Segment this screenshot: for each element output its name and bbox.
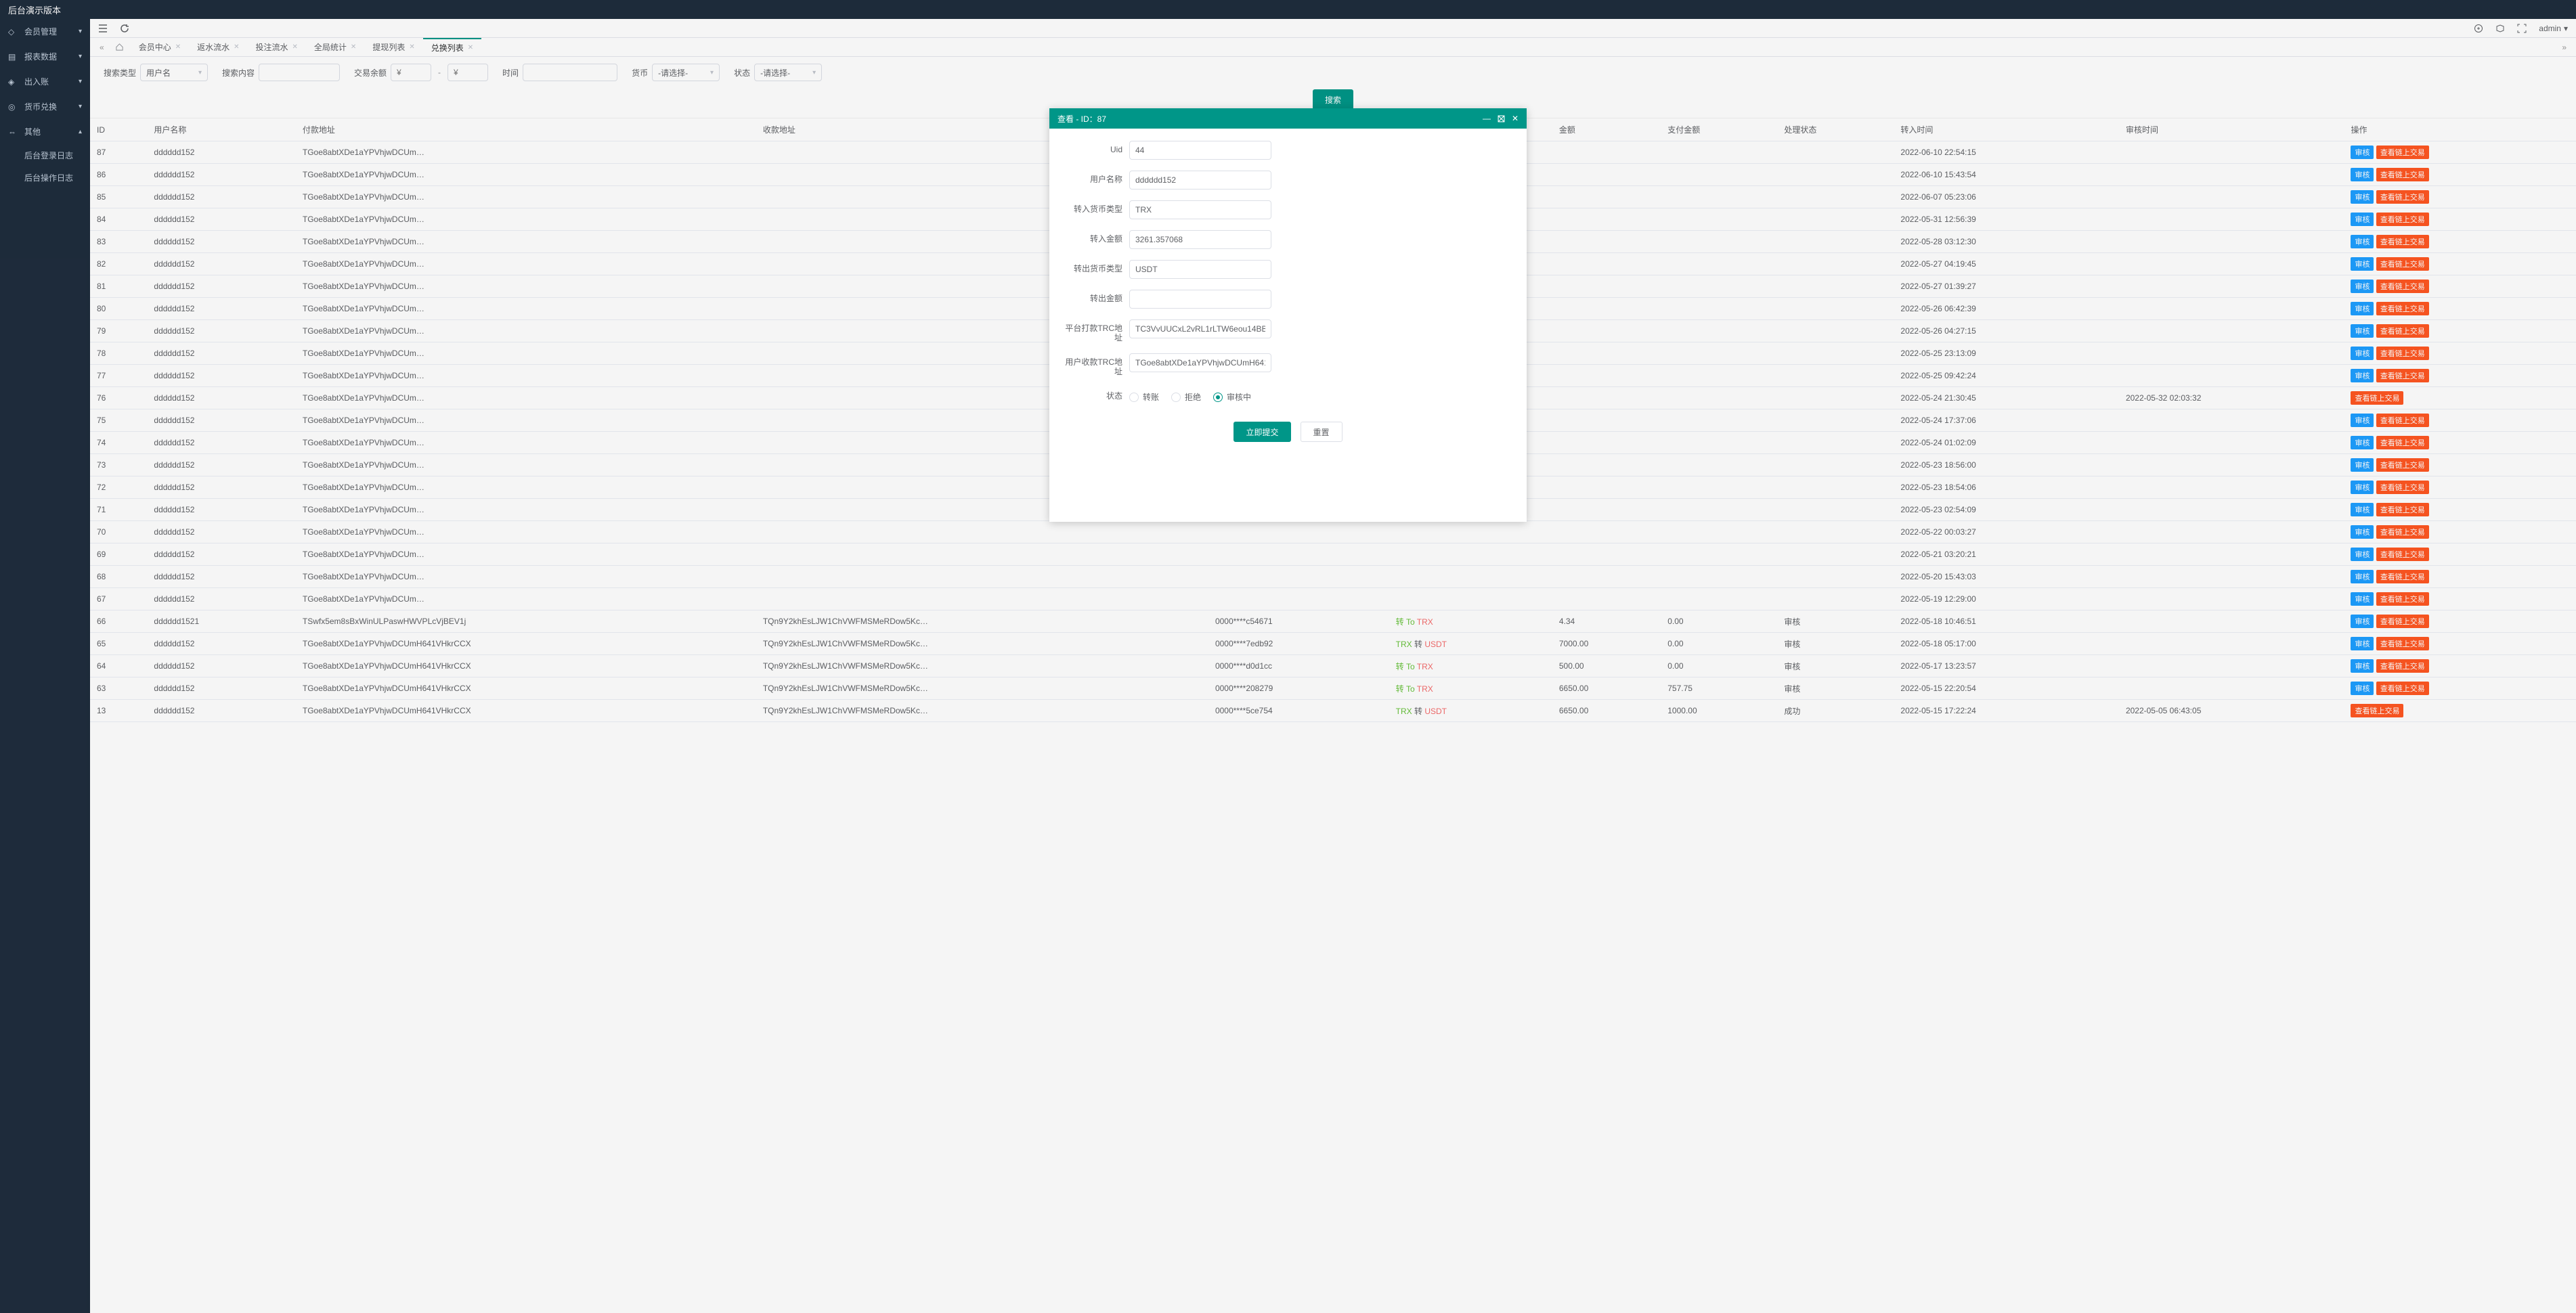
radio-label: 审核中 [1227,391,1251,403]
status-radio-拒绝[interactable]: 拒绝 [1171,391,1201,403]
useraddr-label: 用户收款TRC地址 [1062,353,1129,376]
outamt-label: 转出金额 [1062,290,1129,303]
incur-label: 转入货币类型 [1062,200,1129,214]
radio-icon [1129,393,1139,402]
plataddr-label: 平台打款TRC地址 [1062,319,1129,342]
outamt-input[interactable] [1129,290,1271,309]
radio-icon [1213,393,1223,402]
user-label: 用户名称 [1062,171,1129,184]
radio-icon [1171,393,1181,402]
view-modal: 查看 - ID：87 — ✕ Uid 用户名称 转入货币类型 转入金额 转出货币… [1049,108,1527,522]
uid-input[interactable] [1129,141,1271,160]
status-radio-审核中[interactable]: 审核中 [1213,391,1251,403]
radio-label: 转账 [1143,391,1159,403]
outcur-input[interactable] [1129,260,1271,279]
inamt-input[interactable] [1129,230,1271,249]
radio-label: 拒绝 [1185,391,1201,403]
plataddr-input[interactable] [1129,319,1271,338]
modal-header: 查看 - ID：87 — ✕ [1049,108,1527,129]
uid-label: Uid [1062,141,1129,154]
reset-button[interactable]: 重置 [1301,422,1342,442]
status-label: 状态 [1062,387,1129,401]
outcur-label: 转出货币类型 [1062,260,1129,273]
modal-title: 查看 - ID：87 [1057,113,1476,125]
minimize-icon[interactable]: — [1483,114,1491,123]
status-radio-转账[interactable]: 转账 [1129,391,1159,403]
incur-input[interactable] [1129,200,1271,219]
inamt-label: 转入金额 [1062,230,1129,244]
modal-mask: 查看 - ID：87 — ✕ Uid 用户名称 转入货币类型 转入金额 转出货币… [0,0,2576,1313]
close-icon[interactable]: ✕ [1512,114,1519,123]
user-input[interactable] [1129,171,1271,190]
submit-button[interactable]: 立即提交 [1234,422,1290,442]
maximize-icon[interactable] [1498,115,1505,123]
useraddr-input[interactable] [1129,353,1271,372]
